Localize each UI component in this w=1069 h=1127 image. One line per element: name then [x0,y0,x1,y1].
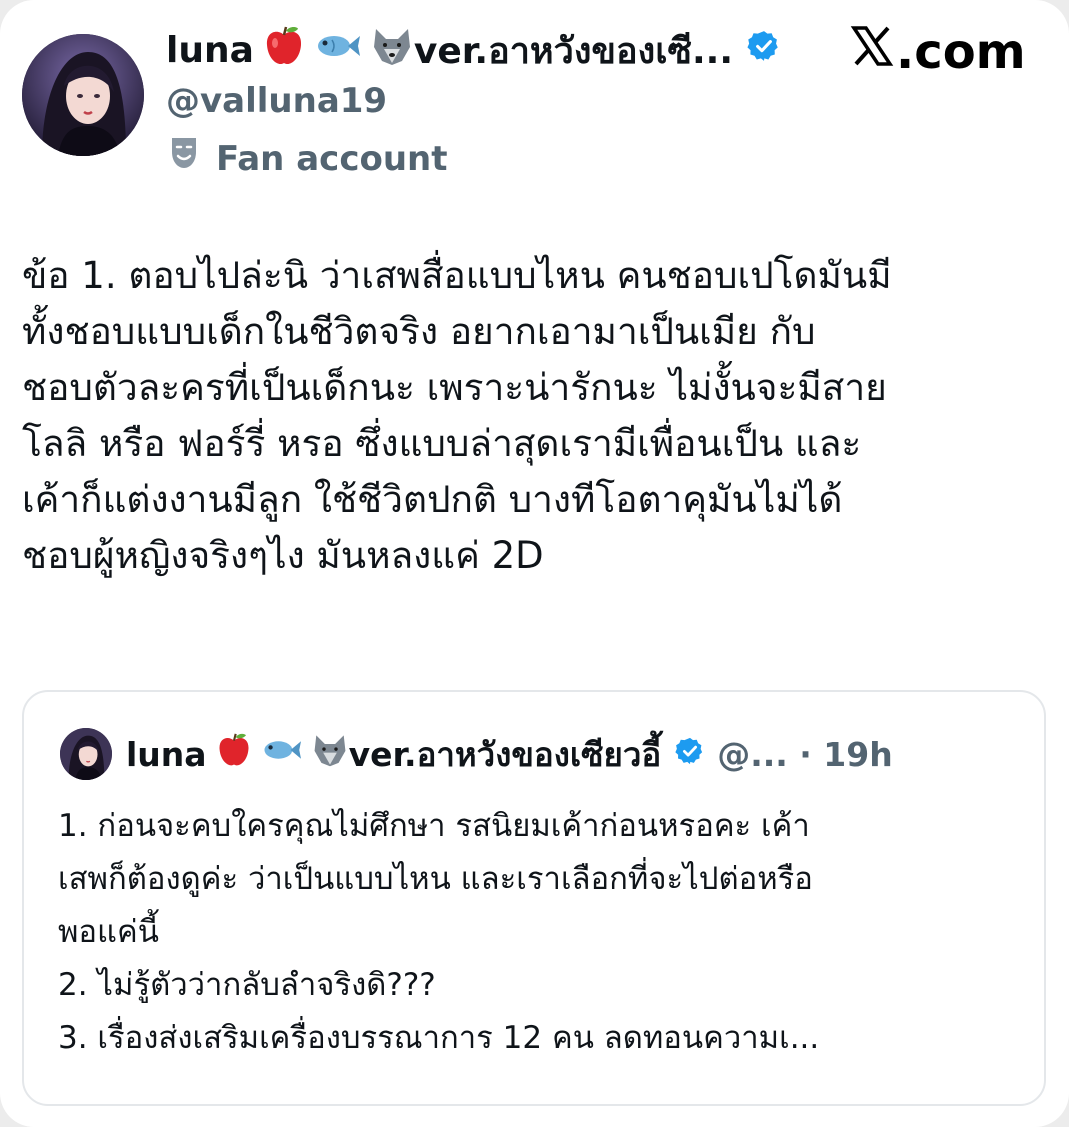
quoted-body: 1. ก่อนจะคบใครคุณไม่ศึกษา รสนิยมเค้าก่อน… [58,800,1038,1065]
account-label-text: Fan account [216,139,448,179]
fish-icon [261,734,301,774]
quoted-header: luna ver.อาหวังของเซียวอี้ @... · 19h [126,726,893,782]
tweet-body-line: ชอบผู้หญิงจริงๆไง มันหลงแค่ 2D [22,534,544,577]
avatar[interactable] [22,34,144,156]
quoted-name-suffix: ver.อาหวังของเซียวอี้ [348,734,662,774]
fish-icon [314,28,360,73]
quoted-body-line: 1. ก่อนจะคบใครคุณไม่ศึกษา รสนิยมเค้าก่อน… [58,808,810,844]
tweet-body-line: เค้าก็แต่งงานมีลูก ใช้ชีวิตปกติ บางทีโอต… [22,478,843,521]
tweet-card: luna ver.อาหวังของเซี... @valluna19 Fan … [0,0,1069,1127]
author-name-row[interactable]: luna ver.อาหวังของเซี... [166,22,781,78]
wolf-icon [311,732,349,776]
tweet-body-line: โลลิ หรือ ฟอร์รี่ หรอ ซึ่งแบบล่าสุดเรามี… [22,422,862,465]
performing-arts-mask-icon [166,134,202,184]
verified-badge-icon [675,735,705,774]
apple-icon [217,732,251,776]
x-logo-icon [850,22,894,82]
quoted-body-line: เสพก็ต้องดูค่ะ ว่าเป็นแบบไหน และเราเลือก… [58,861,813,897]
tweet-body: ข้อ 1. ตอบไปล่ะนิ ว่าเสพสื่อแบบไหน คนชอบ… [22,248,1042,584]
quoted-handle-time: @... · 19h [717,734,893,774]
tweet-body-line: ข้อ 1. ตอบไปล่ะนิ ว่าเสพสื่อแบบไหน คนชอบ… [22,254,892,297]
quoted-body-line: 3. เรื่องส่งเสริมเครื่องบรรณาการ 12 คน ล… [58,1020,820,1056]
source-text: .com [896,24,1026,80]
tweet-body-line: ทั้งชอบแบบเด็กในชีวิตจริง อยากเอามาเป็นเ… [22,310,816,353]
quoted-avatar[interactable] [60,728,112,780]
quoted-body-line: 2. ไม่รู้ตัวว่ากลับลำจริงดิ??? [58,967,436,1003]
account-label: Fan account [166,134,448,184]
author-handle[interactable]: @valluna19 [166,76,387,126]
tweet-body-line: ชอบตัวละครที่เป็นเด็กนะ เพราะน่ารักนะ ไม… [22,366,887,409]
author-display-name: luna [166,29,254,71]
apple-icon [264,25,304,76]
source-watermark: .com [850,22,1026,82]
quoted-body-line: พอแค่นี้ [58,914,159,950]
quoted-tweet[interactable]: luna ver.อาหวังของเซียวอี้ @... · 19h 1.… [22,690,1046,1106]
verified-badge-icon[interactable] [747,29,781,72]
wolf-icon [370,25,414,76]
author-name-suffix: ver.อาหวังของเซี... [413,30,734,72]
quoted-display-name: luna [126,734,207,774]
